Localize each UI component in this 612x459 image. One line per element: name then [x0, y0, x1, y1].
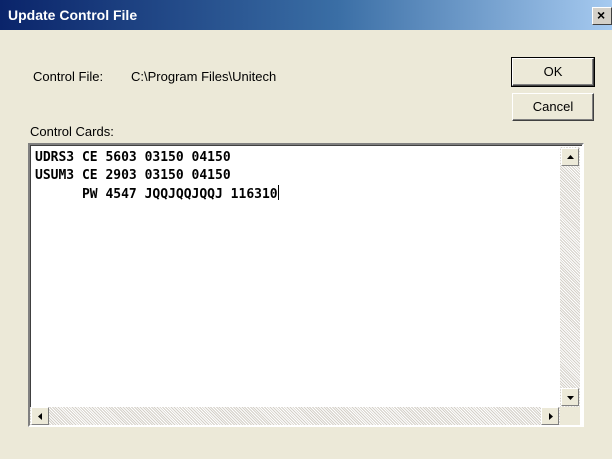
text-caret	[277, 185, 279, 200]
scroll-right-button[interactable]	[541, 407, 559, 425]
scroll-left-icon	[38, 413, 42, 420]
scrollbar-corner	[560, 407, 580, 425]
vertical-scrollbar[interactable]	[560, 147, 580, 407]
scroll-left-button[interactable]	[31, 407, 49, 425]
title-bar: Update Control File	[0, 0, 612, 30]
control-card-line-3: PW 4547 JQQJQQJQQJ 116310	[35, 187, 278, 202]
scroll-down-icon	[567, 396, 574, 400]
scroll-right-icon	[549, 413, 553, 420]
cancel-button[interactable]: Cancel	[512, 93, 594, 121]
control-file-path: C:\Program Files\Unitech	[131, 69, 277, 84]
scroll-down-button[interactable]	[561, 388, 579, 406]
control-card-line-1: UDRS3 CE 5603 03150 04150	[35, 150, 231, 165]
horizontal-scrollbar[interactable]	[30, 407, 560, 425]
window-title: Update Control File	[8, 7, 138, 23]
control-cards-text: UDRS3 CE 5603 03150 04150 USUM3 CE 2903 0…	[35, 149, 279, 204]
ok-button[interactable]: OK	[511, 57, 595, 87]
control-cards-label: Control Cards:	[30, 124, 114, 139]
scroll-up-button[interactable]	[561, 148, 579, 166]
control-cards-textarea[interactable]: UDRS3 CE 5603 03150 04150 USUM3 CE 2903 0…	[28, 143, 584, 427]
scroll-up-icon	[567, 155, 574, 159]
control-card-line-2: USUM3 CE 2903 03150 04150	[35, 168, 231, 183]
close-button[interactable]: ×	[592, 7, 612, 25]
control-file-label: Control File:	[33, 69, 104, 84]
